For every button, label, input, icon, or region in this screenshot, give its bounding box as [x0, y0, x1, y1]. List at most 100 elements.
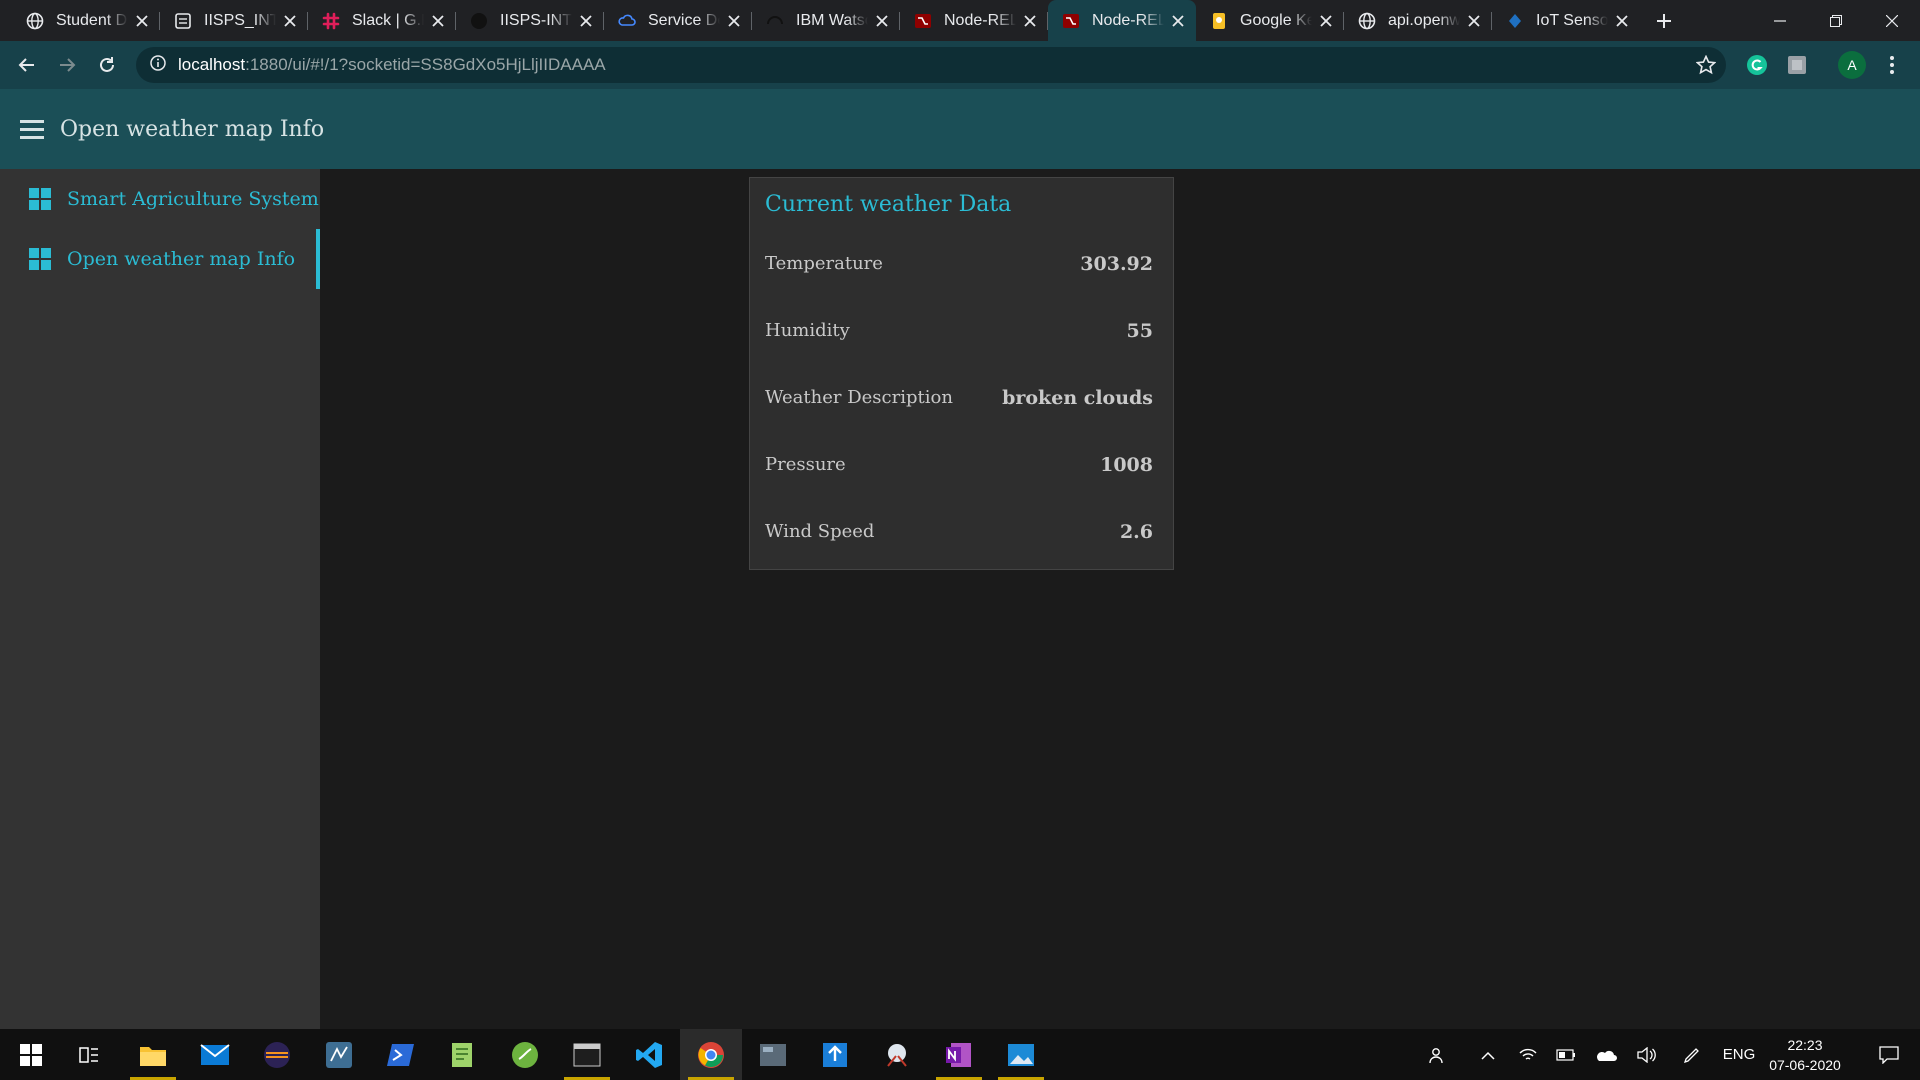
row-label: Weather Description: [765, 387, 953, 408]
browser-tab[interactable]: Slack | G.P: [308, 0, 456, 41]
browser-tab[interactable]: IoT Sensor: [1492, 0, 1640, 41]
dashboard-icon: [29, 188, 51, 210]
grammarly-icon[interactable]: [1743, 51, 1771, 79]
close-icon[interactable]: [1022, 13, 1038, 29]
browser-tab-strip: Student D IISPS_INT_ Slack | G.P IISPS-I…: [0, 0, 1920, 41]
photos-icon[interactable]: [990, 1029, 1052, 1080]
volume-icon[interactable]: [1628, 1029, 1664, 1080]
back-button[interactable]: [7, 45, 47, 85]
page-title: Open weather map Info: [60, 116, 325, 142]
bookmark-star-icon[interactable]: [1695, 54, 1717, 80]
close-icon[interactable]: [430, 13, 446, 29]
browser-tab[interactable]: Node-REL: [900, 0, 1048, 41]
eclipse-icon[interactable]: [246, 1029, 308, 1080]
restore-button[interactable]: [1808, 0, 1864, 41]
powershell-icon[interactable]: [370, 1029, 432, 1080]
chrome-icon[interactable]: [680, 1029, 742, 1080]
sql-developer-icon[interactable]: [742, 1029, 804, 1080]
terminal-icon[interactable]: [556, 1029, 618, 1080]
onedrive-icon[interactable]: [1588, 1029, 1624, 1080]
tab-title: Node-REL: [944, 11, 1016, 29]
battery-icon[interactable]: [1548, 1029, 1584, 1080]
tab-title: Slack | G.P: [352, 11, 424, 29]
browser-tab[interactable]: Service De: [604, 0, 752, 41]
keep-icon: [1210, 12, 1228, 30]
task-view-icon[interactable]: [58, 1029, 120, 1080]
sidebar-item-smart-agriculture[interactable]: Smart Agriculture System: [0, 169, 320, 229]
sidebar-item-label: Open weather map Info: [67, 248, 296, 270]
close-icon[interactable]: [1170, 13, 1186, 29]
vscode-icon[interactable]: [618, 1029, 680, 1080]
file-explorer-icon[interactable]: [122, 1029, 184, 1080]
address-bar[interactable]: localhost:1880/ui/#!/1?socketid=SS8GdXo5…: [136, 47, 1726, 83]
url-text: localhost:1880/ui/#!/1?socketid=SS8GdXo5…: [178, 55, 606, 75]
reload-button[interactable]: [87, 45, 127, 85]
profile-avatar[interactable]: A: [1838, 51, 1866, 79]
tab-list: Student D IISPS_INT_ Slack | G.P IISPS-I…: [0, 0, 1682, 41]
tab-title: api.openw: [1388, 11, 1460, 29]
close-icon[interactable]: [1466, 13, 1482, 29]
tab-title: IBM Watsc: [796, 11, 868, 29]
mysql-workbench-icon[interactable]: [308, 1029, 370, 1080]
globe-icon: [26, 12, 44, 30]
row-label: Humidity: [765, 320, 850, 341]
row-label: Pressure: [765, 454, 846, 475]
browser-tab[interactable]: api.openw: [1344, 0, 1492, 41]
snipping-tool-icon[interactable]: [866, 1029, 928, 1080]
close-icon[interactable]: [282, 13, 298, 29]
node-red-icon: [914, 12, 932, 30]
spring-tool-icon[interactable]: [494, 1029, 556, 1080]
card-title: Current weather Data: [765, 191, 1012, 217]
url-host: localhost: [178, 55, 246, 74]
tab-title: Service De: [648, 11, 720, 29]
slack-icon: [322, 12, 340, 30]
row-value: broken clouds: [1002, 386, 1153, 409]
extension-icon[interactable]: [1783, 51, 1811, 79]
new-tab-button[interactable]: [1646, 0, 1682, 41]
browser-tab[interactable]: IBM Watsc: [752, 0, 900, 41]
chrome-menu-icon[interactable]: [1878, 51, 1906, 79]
doc-icon: [174, 12, 192, 30]
close-icon[interactable]: [134, 13, 150, 29]
notification-icon[interactable]: [1866, 1029, 1912, 1080]
chevron-up-icon[interactable]: [1470, 1029, 1506, 1080]
sidebar: Smart Agriculture System Open weather ma…: [0, 169, 320, 1029]
browser-tab[interactable]: Google Ke: [1196, 0, 1344, 41]
browser-tab[interactable]: IISPS_INT_: [160, 0, 308, 41]
forward-button[interactable]: [47, 45, 87, 85]
row-label: Wind Speed: [765, 521, 875, 542]
browser-tab[interactable]: Student D: [12, 0, 160, 41]
language-indicator[interactable]: ENG: [1716, 1029, 1762, 1080]
close-window-button[interactable]: [1864, 0, 1920, 41]
people-icon[interactable]: [1420, 1029, 1456, 1080]
close-icon[interactable]: [1318, 13, 1334, 29]
sidebar-item-label: Smart Agriculture System: [67, 188, 319, 210]
mail-icon[interactable]: [184, 1029, 246, 1080]
info-icon[interactable]: [150, 54, 166, 76]
browser-toolbar: localhost:1880/ui/#!/1?socketid=SS8GdXo5…: [0, 41, 1920, 89]
tab-title: IISPS-INT-: [500, 11, 572, 29]
tab-title: Node-REL: [1092, 11, 1164, 29]
hamburger-menu-icon[interactable]: [20, 119, 50, 139]
browser-tab-active[interactable]: Node-REL: [1048, 0, 1196, 41]
weather-row-humidity: Humidity 55: [750, 297, 1173, 364]
windows-start-icon[interactable]: [0, 1029, 62, 1080]
row-value: 1008: [1100, 453, 1153, 476]
sidebar-item-open-weather[interactable]: Open weather map Info: [0, 229, 320, 289]
close-icon[interactable]: [874, 13, 890, 29]
cloud-icon: [618, 12, 636, 30]
clock-time: 22:23: [1787, 1037, 1823, 1053]
close-icon[interactable]: [726, 13, 742, 29]
notepad-icon[interactable]: [432, 1029, 494, 1080]
pen-icon[interactable]: [1674, 1029, 1710, 1080]
upload-app-icon[interactable]: [804, 1029, 866, 1080]
onenote-icon[interactable]: [928, 1029, 990, 1080]
wifi-icon[interactable]: [1510, 1029, 1546, 1080]
node-red-icon: [1062, 12, 1080, 30]
tab-title: IoT Sensor: [1536, 11, 1608, 29]
close-icon[interactable]: [578, 13, 594, 29]
system-clock[interactable]: 22:23 07-06-2020: [1760, 1035, 1850, 1075]
close-icon[interactable]: [1614, 13, 1630, 29]
minimize-button[interactable]: [1752, 0, 1808, 41]
browser-tab[interactable]: IISPS-INT-: [456, 0, 604, 41]
